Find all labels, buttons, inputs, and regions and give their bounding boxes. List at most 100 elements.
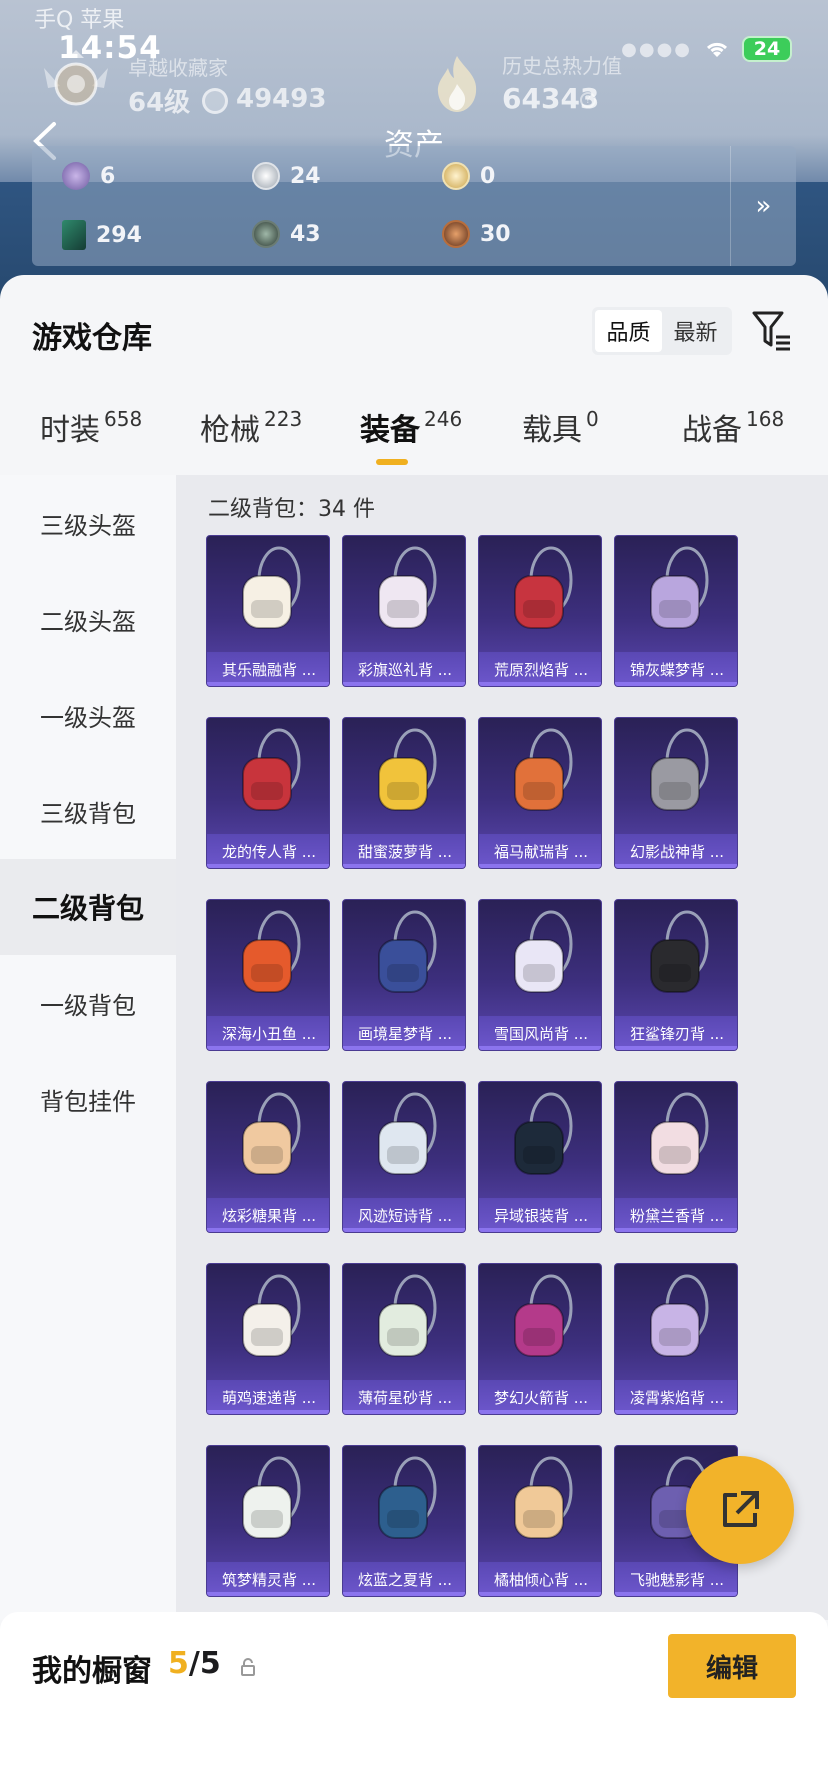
tab-label: 枪械 [200, 413, 260, 448]
rarity-stripe [479, 1046, 601, 1050]
backpack-icon [514, 1274, 573, 1357]
share-button[interactable] [686, 1456, 794, 1564]
item-card[interactable]: 凌霄紫焰背 ... [614, 1263, 738, 1415]
tab-vehicles[interactable]: 载具 0 [522, 405, 599, 449]
item-name: 薄荷星砂背 ... [343, 1380, 465, 1414]
backpack-icon [378, 546, 437, 629]
rarity-stripe [615, 864, 737, 868]
status-right: ●●●● 24 [621, 36, 792, 62]
backpack-icon [378, 1456, 437, 1539]
category-item[interactable]: 背包挂件 [0, 1051, 176, 1147]
item-card[interactable]: 福马献瑞背 ... [478, 717, 602, 869]
sort-newest-button[interactable]: 最新 [662, 310, 729, 352]
tab-label: 时装 [40, 413, 100, 448]
rarity-stripe [615, 682, 737, 686]
tab-count: 168 [746, 407, 785, 431]
rarity-stripe [479, 1228, 601, 1232]
tab-label: 载具 [522, 413, 582, 448]
item-name: 风迹短诗背 ... [343, 1198, 465, 1232]
rank-badge-icon [38, 48, 114, 118]
asset-purple-ticket: 6 [62, 162, 115, 190]
item-name: 筑梦精灵背 ... [207, 1562, 329, 1596]
item-card[interactable]: 萌鸡速递背 ... [206, 1263, 330, 1415]
item-card[interactable]: 筑梦精灵背 ... [206, 1445, 330, 1597]
backpack-icon [514, 910, 573, 993]
item-name: 福马献瑞背 ... [479, 834, 601, 868]
tab-supplies[interactable]: 战备 168 [682, 405, 784, 449]
item-name: 狂鲨锋刃背 ... [615, 1016, 737, 1050]
tab-equipment[interactable]: 装备 246 [360, 405, 462, 449]
bronze-medal-icon [442, 220, 470, 248]
backpack-icon [650, 546, 709, 629]
backpack-icon [378, 728, 437, 811]
category-item[interactable]: 二级头盔 [0, 571, 176, 667]
warehouse-title: 游戏仓库 [32, 321, 152, 356]
item-card[interactable]: 异域银装背 ... [478, 1081, 602, 1233]
category-item[interactable]: 一级头盔 [0, 667, 176, 763]
tab-count: 658 [104, 407, 143, 431]
backpack-icon [378, 910, 437, 993]
rarity-stripe [615, 1228, 737, 1232]
item-card[interactable]: 粉黛兰香背 ... [614, 1081, 738, 1233]
item-card[interactable]: 薄荷星砂背 ... [342, 1263, 466, 1415]
asset-card: 294 [62, 220, 142, 250]
item-card[interactable]: 荒原烈焰背 ... [478, 535, 602, 687]
backpack-icon [514, 728, 573, 811]
item-card[interactable]: 其乐融融背 ... [206, 535, 330, 687]
edit-button[interactable]: 编辑 [668, 1634, 796, 1698]
coin-icon [202, 88, 228, 114]
tab-count: 0 [586, 407, 599, 431]
category-item-active[interactable]: 二级背包 [0, 859, 176, 955]
item-card[interactable]: 幻影战神背 ... [614, 717, 738, 869]
backpack-icon [242, 1456, 301, 1539]
rarity-stripe [343, 1046, 465, 1050]
showcase-bar: 我的橱窗 5/5 编辑 [0, 1612, 828, 1792]
category-item[interactable]: 三级背包 [0, 763, 176, 859]
rarity-stripe [207, 1592, 329, 1596]
backpack-icon [242, 546, 301, 629]
item-card[interactable]: 炫彩糖果背 ... [206, 1081, 330, 1233]
item-name: 锦灰蝶梦背 ... [615, 652, 737, 686]
tab-fashion[interactable]: 时装 658 [40, 405, 142, 449]
wifi-icon [704, 39, 730, 59]
item-name: 雪国风尚背 ... [479, 1016, 601, 1050]
asset-bronze-medal: 30 [442, 220, 511, 248]
item-card[interactable]: 梦幻火箭背 ... [478, 1263, 602, 1415]
item-card[interactable]: 彩旗巡礼背 ... [342, 535, 466, 687]
rarity-stripe [207, 682, 329, 686]
backpack-icon [650, 1092, 709, 1175]
asset-value: 6 [100, 163, 116, 189]
signal-icon: ●●●● [621, 38, 692, 60]
silver-coin-icon [252, 162, 280, 190]
asset-value: 43 [290, 221, 321, 247]
item-card[interactable]: 锦灰蝶梦背 ... [614, 535, 738, 687]
category-tabs: 时装 658 枪械 223 装备 246 载具 0 战备 168 [0, 405, 828, 465]
category-item[interactable]: 三级头盔 [0, 475, 176, 571]
help-icon[interactable]: ? [580, 92, 596, 108]
item-name: 荒原烈焰背 ... [479, 652, 601, 686]
item-card[interactable]: 龙的传人背 ... [206, 717, 330, 869]
rarity-stripe [343, 864, 465, 868]
filter-icon[interactable] [752, 309, 792, 353]
rarity-stripe [207, 864, 329, 868]
item-card[interactable]: 深海小丑鱼 ... [206, 899, 330, 1051]
category-item[interactable]: 一级背包 [0, 955, 176, 1051]
item-card[interactable]: 画境星梦背 ... [342, 899, 466, 1051]
backpack-icon [650, 910, 709, 993]
asset-silver-coin: 24 [252, 162, 321, 190]
item-card[interactable]: 雪国风尚背 ... [478, 899, 602, 1051]
item-card[interactable]: 橘柚倾心背 ... [478, 1445, 602, 1597]
backpack-icon [378, 1092, 437, 1175]
item-card[interactable]: 风迹短诗背 ... [342, 1081, 466, 1233]
sort-quality-button[interactable]: 品质 [595, 310, 662, 352]
assets-panel: 6 24 0 294 43 30 » [32, 146, 796, 266]
purple-ticket-icon [62, 162, 90, 190]
showcase-count: 5/5 [168, 1646, 221, 1681]
item-card[interactable]: 甜蜜菠萝背 ... [342, 717, 466, 869]
tab-firearms[interactable]: 枪械 223 [200, 405, 302, 449]
item-card[interactable]: 狂鲨锋刃背 ... [614, 899, 738, 1051]
item-name: 龙的传人背 ... [207, 834, 329, 868]
item-card[interactable]: 炫蓝之夏背 ... [342, 1445, 466, 1597]
assets-more-button[interactable]: » [730, 146, 796, 266]
backpack-icon [242, 1274, 301, 1357]
